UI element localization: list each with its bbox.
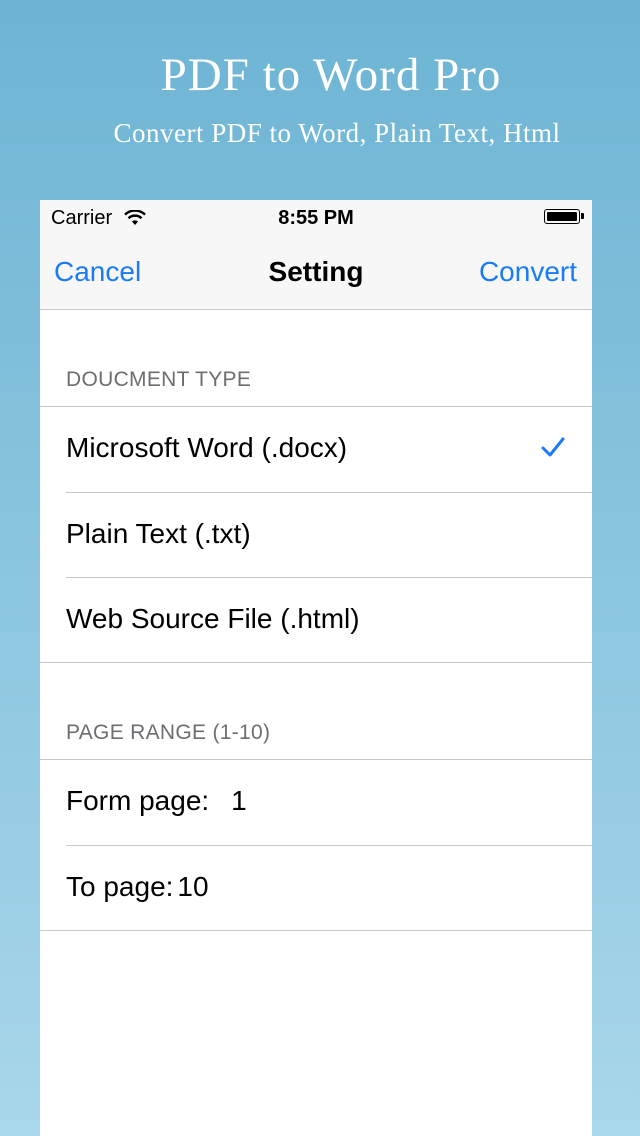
- promo-subtitle: Convert PDF to Word, Plain Text, Html: [113, 118, 561, 148]
- option-label: Web Source File (.html): [66, 603, 360, 634]
- from-page-field[interactable]: 1: [231, 785, 247, 817]
- document-type-group: Microsoft Word (.docx) Plain Text (.txt)…: [40, 406, 592, 663]
- section-header-document-type: DOUCMENT TYPE: [66, 368, 252, 391]
- convert-button[interactable]: Convert: [479, 256, 577, 288]
- from-page-label: Form page:: [66, 785, 210, 816]
- navigation-bar: Cancel Setting Convert: [40, 240, 592, 310]
- promo-title: PDF to Word Pro: [160, 49, 502, 101]
- settings-list: DOUCMENT TYPE Microsoft Word (.docx) Pla…: [40, 310, 592, 931]
- to-page-field[interactable]: 10: [177, 871, 208, 903]
- page-range-group: Form page: 1 To page: 10: [40, 759, 592, 931]
- status-time: 8:55 PM: [278, 207, 354, 229]
- option-microsoft-word[interactable]: Microsoft Word (.docx): [66, 407, 592, 492]
- to-page-label: To page:: [66, 871, 174, 902]
- option-web-source-file[interactable]: Web Source File (.html): [66, 577, 592, 662]
- battery-icon: [544, 209, 584, 224]
- to-page-row[interactable]: To page: 10: [66, 845, 592, 930]
- from-page-row[interactable]: Form page: 1: [66, 760, 592, 845]
- status-bar: Carrier 8:55 PM: [40, 200, 592, 240]
- option-label: Microsoft Word (.docx): [66, 432, 348, 463]
- section-header-page-range: PAGE RANGE (1-10): [66, 721, 271, 744]
- phone-screen: Carrier 8:55 PM Cancel Setting Convert D…: [40, 200, 592, 1136]
- option-plain-text[interactable]: Plain Text (.txt): [66, 492, 592, 577]
- option-label: Plain Text (.txt): [66, 518, 251, 549]
- checkmark-icon: [540, 433, 566, 457]
